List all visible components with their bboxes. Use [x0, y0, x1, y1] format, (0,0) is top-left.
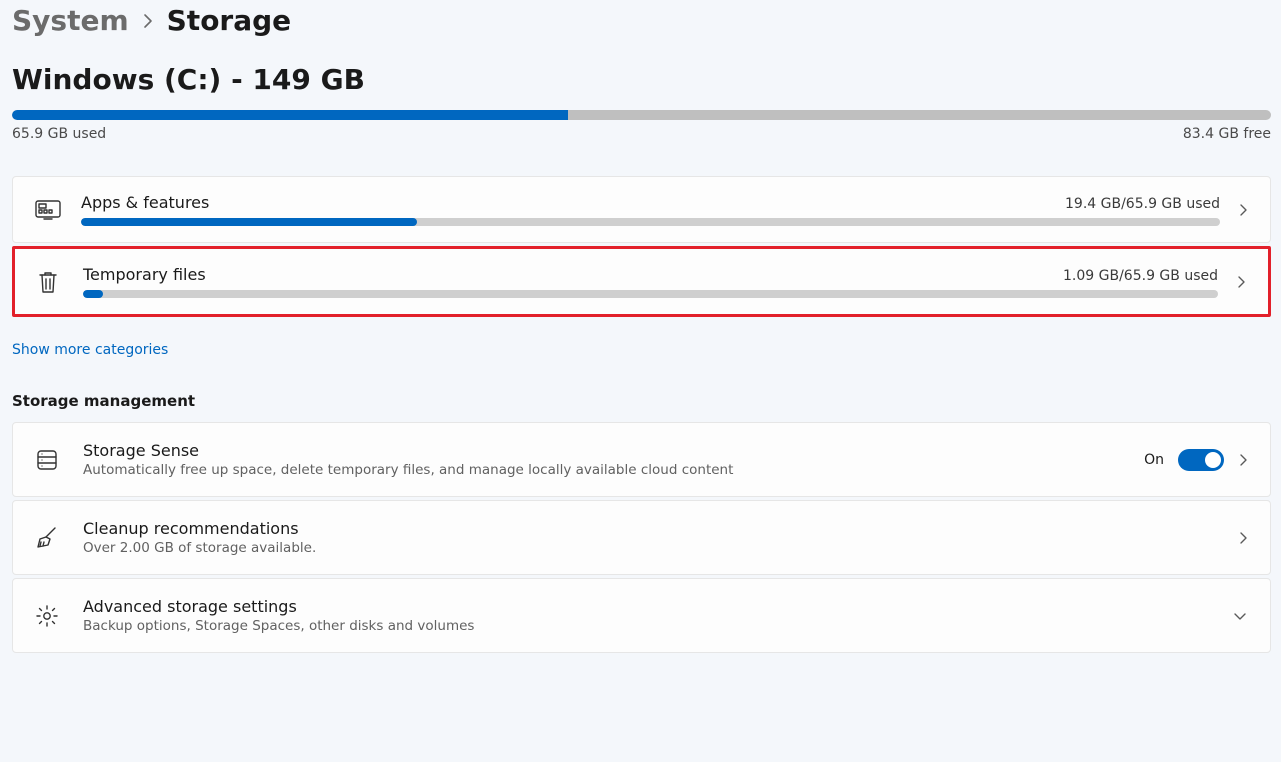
breadcrumb: System Storage [12, 4, 1271, 37]
apps-icon [35, 199, 81, 221]
storage-category-temporary-files[interactable]: Temporary files 1.09 GB/65.9 GB used [12, 246, 1271, 317]
disk-icon [35, 448, 83, 472]
category-name: Apps & features [81, 193, 209, 212]
mgmt-cleanup-recommendations[interactable]: Cleanup recommendations Over 2.00 GB of s… [12, 500, 1271, 575]
mgmt-title: Advanced storage settings [83, 597, 1232, 616]
storage-sense-toggle[interactable] [1178, 449, 1224, 471]
mgmt-subtitle: Automatically free up space, delete temp… [83, 462, 1144, 478]
show-more-categories-link[interactable]: Show more categories [12, 342, 168, 358]
gear-icon [35, 604, 83, 628]
mgmt-subtitle: Over 2.00 GB of storage available. [83, 540, 1238, 556]
trash-icon [37, 270, 83, 294]
chevron-right-icon [1238, 530, 1248, 546]
category-bar [81, 218, 1220, 226]
breadcrumb-current: Storage [167, 4, 292, 37]
drive-usage-bar [12, 110, 1271, 120]
drive-free-label: 83.4 GB free [1183, 126, 1271, 142]
chevron-right-icon [1238, 452, 1248, 468]
mgmt-title: Storage Sense [83, 441, 1144, 460]
storage-category-apps-features[interactable]: Apps & features 19.4 GB/65.9 GB used [12, 176, 1271, 243]
drive-title: Windows (C:) - 149 GB [12, 63, 1271, 96]
mgmt-advanced-storage-settings[interactable]: Advanced storage settings Backup options,… [12, 578, 1271, 653]
chevron-right-icon [1218, 274, 1246, 290]
drive-stats: 65.9 GB used 83.4 GB free [12, 126, 1271, 142]
storage-management-header: Storage management [12, 392, 1271, 410]
toggle-state-label: On [1144, 452, 1164, 468]
mgmt-title: Cleanup recommendations [83, 519, 1238, 538]
category-usage: 19.4 GB/65.9 GB used [1065, 196, 1220, 212]
category-name: Temporary files [83, 265, 206, 284]
mgmt-subtitle: Backup options, Storage Spaces, other di… [83, 618, 1232, 634]
breadcrumb-parent[interactable]: System [12, 4, 129, 37]
drive-used-label: 65.9 GB used [12, 126, 106, 142]
chevron-down-icon [1232, 611, 1248, 621]
category-bar [83, 290, 1218, 298]
chevron-right-icon [1220, 202, 1248, 218]
broom-icon [35, 525, 83, 551]
mgmt-storage-sense[interactable]: Storage Sense Automatically free up space… [12, 422, 1271, 497]
drive-usage-fill [12, 110, 568, 120]
chevron-right-icon [143, 13, 153, 29]
category-usage: 1.09 GB/65.9 GB used [1063, 268, 1218, 284]
